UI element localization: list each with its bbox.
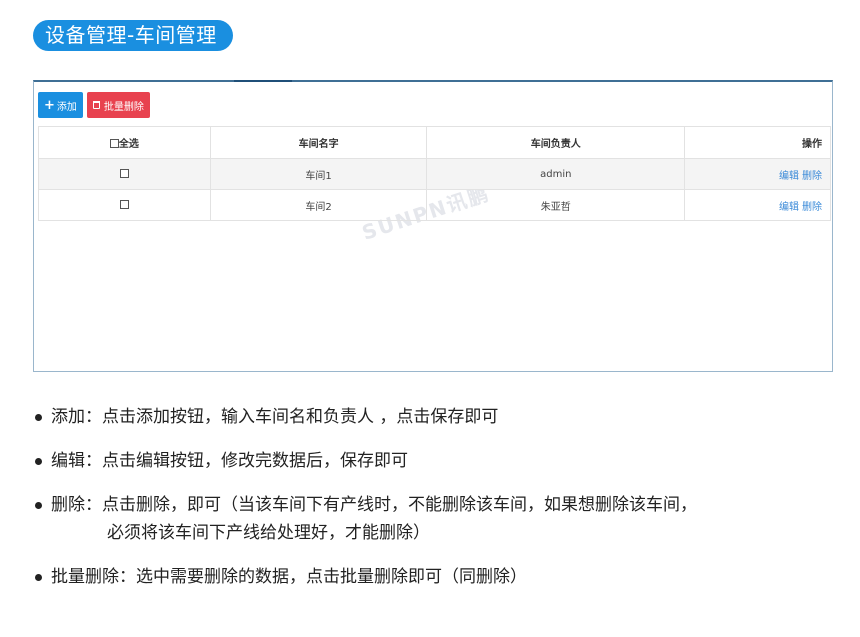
workshop-name-cell: 车间2 bbox=[209, 189, 428, 221]
note-text: 删除：点击删除，即可（当该车间下有产线时，不能删除该车间，如果想删除该车间， bbox=[51, 495, 697, 515]
workshop-panel: + 添加 批量删除 SUNPN讯鹏 全选 车间名字 车间负责人 操作 车间1 a… bbox=[33, 80, 833, 372]
note-text-continued: 必须将该车间下产线给处理好，才能删除） bbox=[107, 523, 430, 543]
note-add: 添加：点击添加按钮，输入车间名和负责人 ，点击保存即可 bbox=[33, 403, 843, 431]
workshop-table: 全选 车间名字 车间负责人 操作 车间1 admin 编辑 删除 车间2 朱亚哲 … bbox=[38, 126, 831, 221]
workshop-manager-cell: admin bbox=[426, 158, 686, 190]
active-tab-indicator bbox=[234, 80, 292, 82]
edit-link[interactable]: 编辑 bbox=[779, 202, 799, 213]
add-button-label: 添加 bbox=[56, 101, 77, 113]
row-checkbox[interactable] bbox=[119, 199, 129, 209]
edit-link[interactable]: 编辑 bbox=[779, 171, 799, 182]
actions-cell: 编辑 删除 bbox=[684, 189, 831, 221]
table-row: 车间1 admin 编辑 删除 bbox=[38, 158, 831, 190]
select-all-checkbox[interactable] bbox=[109, 139, 119, 148]
batch-delete-button-label: 批量删除 bbox=[103, 101, 144, 113]
delete-link[interactable]: 删除 bbox=[802, 202, 822, 213]
note-batch-delete: 批量删除：选中需要删除的数据，点击批量删除即可（同删除） bbox=[33, 563, 843, 591]
column-header-actions: 操作 bbox=[684, 126, 831, 159]
row-checkbox-cell bbox=[38, 158, 211, 190]
row-checkbox[interactable] bbox=[119, 168, 129, 178]
toolbar: + 添加 批量删除 bbox=[38, 92, 150, 118]
instructions-list: 添加：点击添加按钮，输入车间名和负责人 ，点击保存即可 编辑：点击编辑按钮，修改… bbox=[33, 403, 843, 591]
bullet-icon bbox=[35, 502, 42, 509]
note-text: 编辑：点击编辑按钮，修改完数据后，保存即可 bbox=[51, 451, 408, 471]
column-header-name: 车间名字 bbox=[209, 126, 428, 159]
select-all-header[interactable]: 全选 bbox=[38, 126, 211, 159]
batch-delete-button[interactable]: 批量删除 bbox=[86, 92, 150, 118]
plus-icon: + bbox=[44, 97, 55, 113]
row-checkbox-cell bbox=[38, 189, 211, 221]
table-row: 车间2 朱亚哲 编辑 删除 bbox=[38, 189, 831, 221]
bullet-icon bbox=[35, 414, 42, 421]
add-button[interactable]: + 添加 bbox=[38, 92, 83, 118]
trash-icon bbox=[92, 101, 100, 109]
note-text: 批量删除：选中需要删除的数据，点击批量删除即可（同删除） bbox=[51, 567, 527, 587]
workshop-manager-cell: 朱亚哲 bbox=[426, 189, 686, 221]
column-header-manager: 车间负责人 bbox=[426, 126, 686, 159]
actions-cell: 编辑 删除 bbox=[684, 158, 831, 190]
note-delete: 删除：点击删除，即可（当该车间下有产线时，不能删除该车间，如果想删除该车间， 必… bbox=[33, 491, 843, 547]
workshop-name-cell: 车间1 bbox=[209, 158, 428, 190]
page-title: 设备管理-车间管理 bbox=[33, 20, 233, 51]
select-all-label: 全选 bbox=[118, 139, 139, 150]
note-text: 添加：点击添加按钮，输入车间名和负责人 ，点击保存即可 bbox=[51, 407, 499, 427]
bullet-icon bbox=[35, 458, 42, 465]
bullet-icon bbox=[35, 574, 42, 581]
delete-link[interactable]: 删除 bbox=[802, 171, 822, 182]
note-edit: 编辑：点击编辑按钮，修改完数据后，保存即可 bbox=[33, 447, 843, 475]
table-header-row: 全选 车间名字 车间负责人 操作 bbox=[38, 126, 831, 159]
